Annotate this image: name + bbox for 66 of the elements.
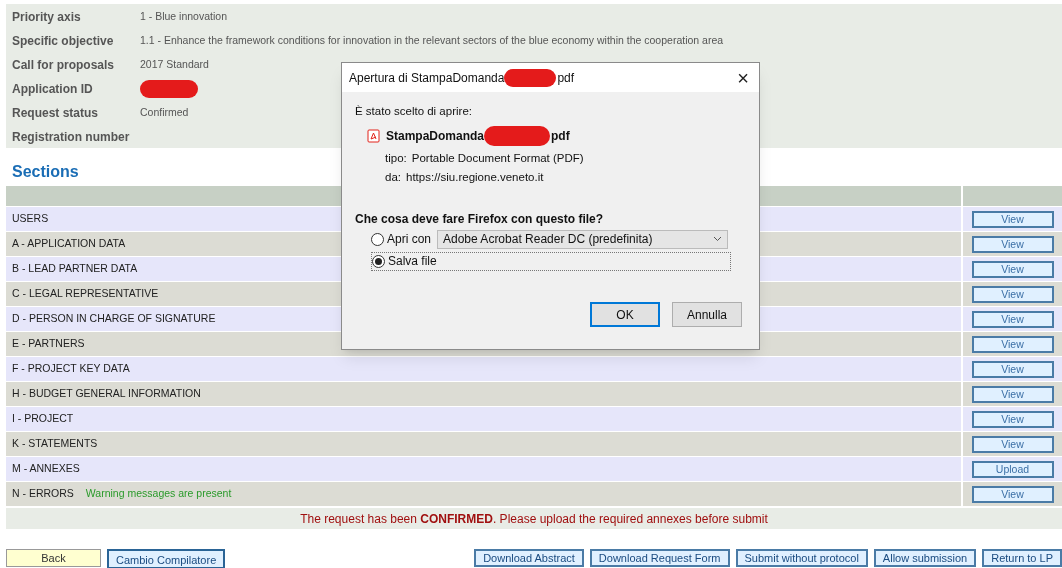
- section-name: F - PROJECT KEY DATA: [12, 361, 130, 377]
- field-label: tipo:: [385, 150, 407, 166]
- view-button[interactable]: View: [971, 385, 1054, 403]
- view-button[interactable]: View: [971, 410, 1054, 428]
- section-name: K - STATEMENTS: [12, 436, 98, 452]
- field-label: Call for proposals: [11, 57, 116, 74]
- action-button[interactable]: Return to LP: [982, 549, 1062, 567]
- field-value: https://siu.regione.veneto.it: [406, 169, 544, 185]
- back-button[interactable]: Back: [6, 549, 101, 567]
- field-value: 1 - Blue innovation: [140, 9, 227, 25]
- view-button[interactable]: View: [971, 310, 1054, 328]
- field-value: 1.1 - Enhance the framework conditions for innovation in the relevant sectors of the blue economy within the cooperation area: [140, 33, 724, 49]
- section-name: H - BUDGET GENERAL INFORMATION: [12, 386, 201, 402]
- warning-text: Warning messages are present: [85, 486, 232, 502]
- radio-option[interactable]: Apri con: [371, 229, 433, 249]
- section-name: M - ANNEXES: [12, 461, 80, 477]
- view-button[interactable]: View: [971, 435, 1054, 453]
- nav-button[interactable]: Cambio Compilatore: [107, 549, 226, 568]
- view-button[interactable]: View: [971, 360, 1054, 378]
- field-label: Specific objective: [11, 33, 115, 50]
- dialog-button[interactable]: OK: [590, 302, 660, 327]
- field-label: Priority axis: [11, 9, 82, 26]
- section-name: C - LEGAL REPRESENTATIVE: [12, 286, 159, 302]
- section-name: B - LEAD PARTNER DATA: [12, 261, 138, 277]
- radio-option[interactable]: Salva file: [371, 251, 731, 271]
- view-button[interactable]: View: [971, 235, 1054, 253]
- dialog-button[interactable]: Annulla: [672, 302, 742, 327]
- field-value: 2017 Standard: [140, 57, 209, 73]
- field-label: da:: [385, 169, 401, 185]
- action-button[interactable]: Download Request Form: [589, 549, 730, 567]
- chevron-down-icon: [713, 236, 722, 242]
- view-button[interactable]: View: [971, 260, 1054, 278]
- view-button[interactable]: Upload: [971, 460, 1054, 478]
- file-name: pdf: [551, 128, 570, 145]
- close-button[interactable]: ×: [737, 67, 749, 88]
- section-heading: Sections: [12, 162, 79, 182]
- field-value: Portable Document Format (PDF): [411, 150, 584, 166]
- action-button[interactable]: Submit without protocol: [735, 549, 868, 567]
- status-message: The request has been CONFIRMED. Please upload the required annexes before submit: [300, 510, 768, 528]
- section-name: D - PERSON IN CHARGE OF SIGNATURE: [12, 311, 216, 327]
- view-button[interactable]: View: [971, 285, 1054, 303]
- section-name: I - PROJECT: [12, 411, 74, 427]
- view-button[interactable]: View: [971, 485, 1054, 503]
- redaction-mark: [504, 68, 557, 87]
- view-button[interactable]: View: [971, 335, 1054, 353]
- field-label: Request status: [11, 105, 100, 122]
- field-value: Confirmed: [140, 105, 189, 121]
- window-title: pdf: [557, 69, 575, 87]
- dialog-text: È stato scelto di aprire:: [355, 104, 473, 119]
- redaction-mark: [484, 126, 551, 146]
- pdf-file-icon: [367, 129, 380, 143]
- radio-button[interactable]: [371, 232, 384, 246]
- file-name: StampaDomanda: [386, 128, 485, 145]
- section-name: E - PARTNERS: [12, 336, 85, 352]
- action-button[interactable]: Allow submission: [873, 549, 977, 567]
- field-label: Application ID: [11, 81, 94, 98]
- view-button[interactable]: View: [971, 210, 1054, 228]
- window-title: Apertura di StampaDomanda: [349, 69, 505, 87]
- section-name: A - APPLICATION DATA: [12, 236, 126, 252]
- radio-button[interactable]: [372, 254, 385, 268]
- app-dropdown[interactable]: Adobe Acrobat Reader DC (predefinita): [437, 229, 728, 249]
- dialog-question: Che cosa deve fare Firefox con questo file?: [355, 211, 605, 228]
- section-name: N - ERRORS: [12, 486, 74, 502]
- action-button[interactable]: Download Abstract: [474, 549, 584, 567]
- field-label: Registration number: [11, 129, 131, 146]
- section-name: USERS: [12, 211, 49, 227]
